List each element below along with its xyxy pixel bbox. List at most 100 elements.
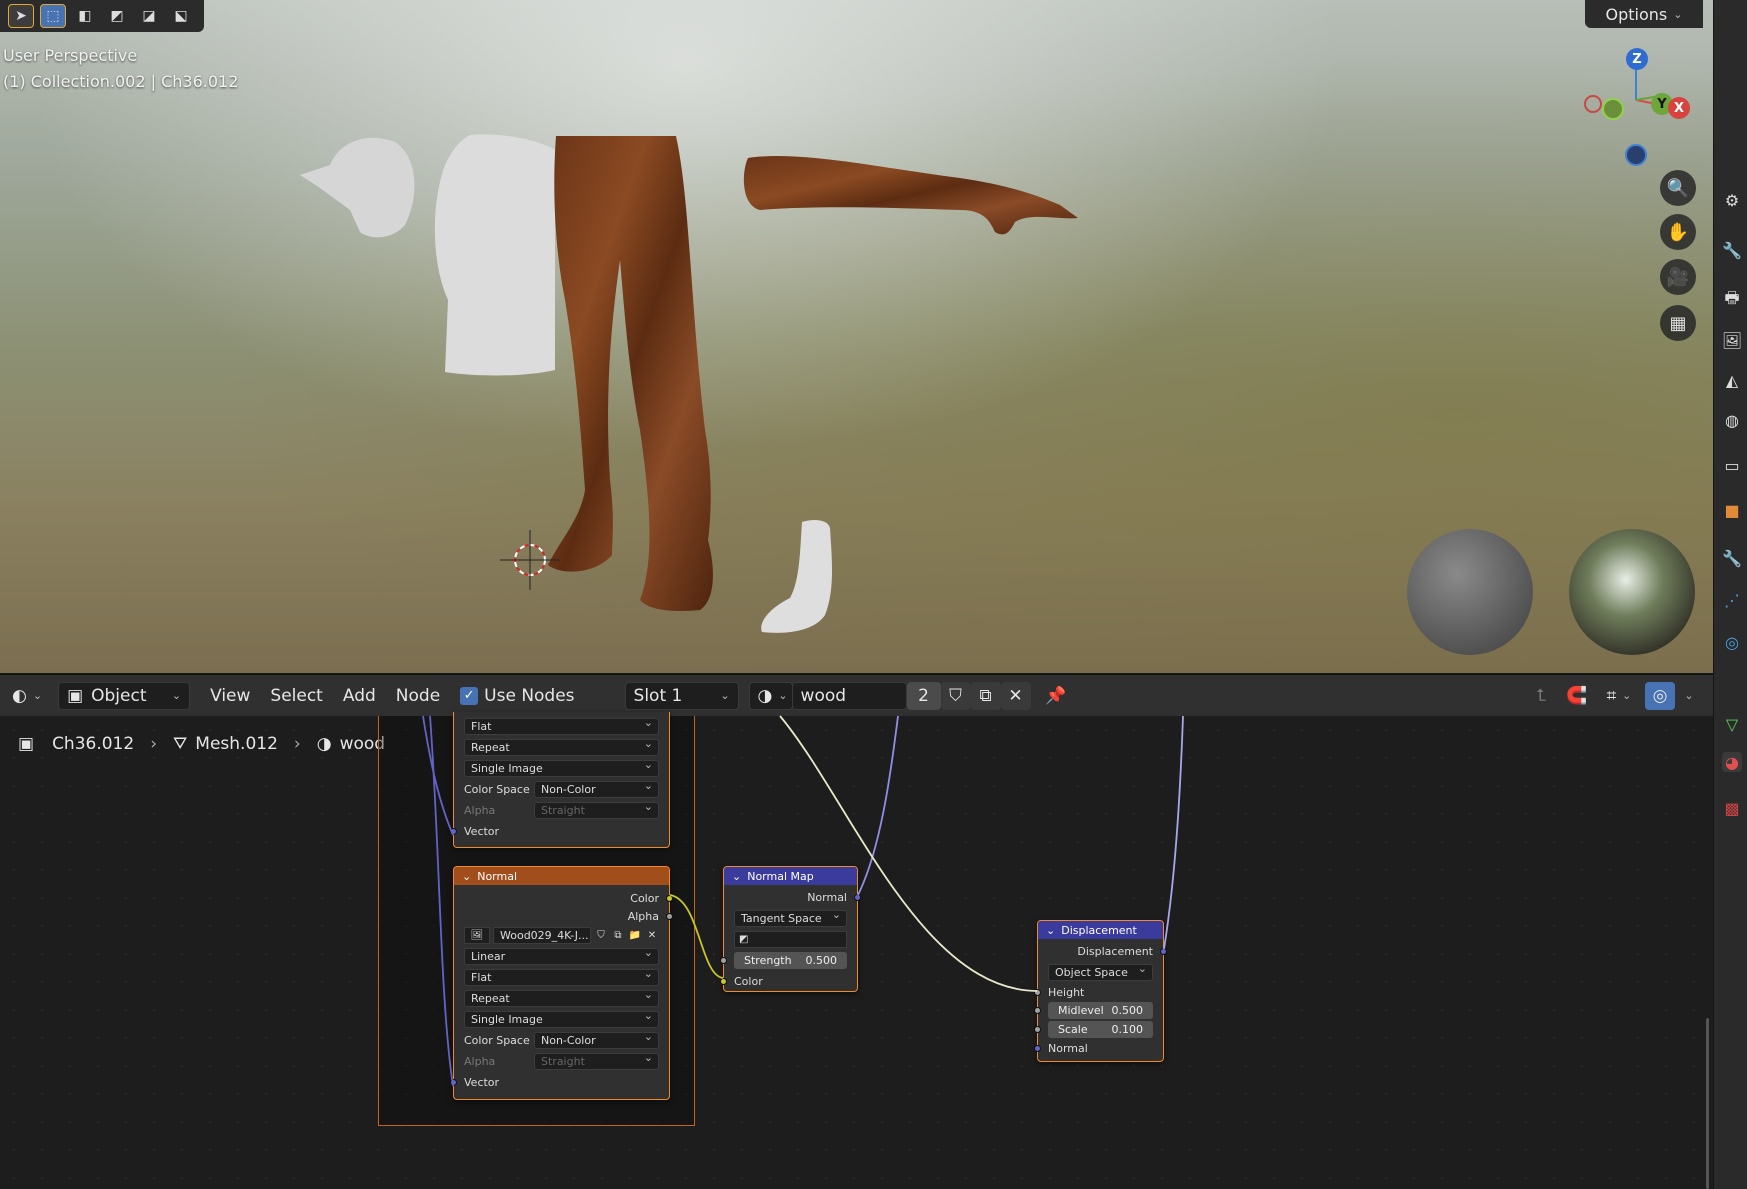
strength-label: Strength bbox=[744, 954, 792, 967]
alpha-dropdown[interactable]: Straight bbox=[534, 1051, 659, 1070]
particles-tab-icon[interactable]: ⋰ bbox=[1722, 590, 1742, 610]
fake-user-shield-icon[interactable]: ⛉ bbox=[940, 681, 971, 710]
pan-hand-icon[interactable]: ✋ bbox=[1660, 214, 1696, 250]
alpha-dropdown[interactable]: Straight bbox=[534, 800, 659, 819]
parent-node-tree-icon[interactable]: ⮤ bbox=[1527, 682, 1555, 710]
mesh-data-tab-icon[interactable]: ▽ bbox=[1722, 714, 1742, 734]
extension-dropdown[interactable]: Repeat bbox=[464, 988, 659, 1007]
displacement-node[interactable]: ⌄ Displacement Displacement Object Space … bbox=[1034, 920, 1167, 1062]
source-dropdown[interactable]: Single Image bbox=[464, 1009, 659, 1028]
3d-viewport[interactable]: ➤ ⬚ ◧ ◩ ◪ ⬕ Options ⌄ User Perspective (1… bbox=[0, 0, 1713, 673]
scale-field[interactable]: Scale 0.100 bbox=[1048, 1021, 1153, 1038]
overlays-icon[interactable]: ◎ bbox=[1645, 681, 1675, 710]
height-input-socket[interactable] bbox=[1034, 989, 1041, 996]
z-axis-icon[interactable]: Z bbox=[1626, 48, 1648, 70]
vector-input-socket[interactable] bbox=[450, 1079, 457, 1086]
editor-type-dropdown[interactable]: ◐ ⌄ bbox=[4, 682, 50, 710]
vector-label: Vector bbox=[464, 825, 500, 838]
snap-icon[interactable]: 🧲 bbox=[1563, 682, 1591, 710]
normal-image-texture-node[interactable]: ⌄ Normal Color Alpha 🖼 Wood029_4K-J... ⛉ … bbox=[450, 866, 673, 1100]
tool-tab-icon[interactable]: ⚙ bbox=[1722, 190, 1742, 210]
menu-view[interactable]: View bbox=[202, 682, 258, 710]
camera-view-icon[interactable]: 🎥 bbox=[1660, 259, 1696, 295]
projection-dropdown[interactable]: Flat bbox=[464, 967, 659, 986]
scale-input-socket[interactable] bbox=[1034, 1026, 1041, 1033]
x-axis-icon[interactable]: X bbox=[1668, 97, 1690, 119]
material-name-field[interactable]: wood bbox=[792, 681, 907, 710]
shader-editor-icon: ◐ bbox=[12, 685, 27, 706]
material-user-count[interactable]: 2 bbox=[906, 681, 941, 710]
menu-add[interactable]: Add bbox=[335, 682, 384, 710]
displacement-output-socket[interactable] bbox=[1160, 948, 1167, 955]
normal-output-socket[interactable] bbox=[854, 894, 861, 901]
normal-map-header[interactable]: ⌄ Normal Map bbox=[724, 867, 857, 885]
extension-dropdown[interactable]: Repeat bbox=[464, 737, 659, 756]
source-dropdown[interactable]: Single Image bbox=[464, 758, 659, 777]
world-tab-icon[interactable]: ◍ bbox=[1722, 410, 1742, 430]
unlink-image-icon[interactable]: ✕ bbox=[645, 930, 659, 941]
image-name-field[interactable]: Wood029_4K-J... bbox=[493, 927, 591, 944]
modifier-tab-icon[interactable]: 🔧 bbox=[1722, 548, 1742, 568]
foot-mesh[interactable] bbox=[761, 520, 833, 633]
output-tab-icon[interactable]: 🖶 bbox=[1722, 288, 1742, 310]
color-output-socket[interactable] bbox=[666, 895, 673, 902]
legs-wood-mesh[interactable] bbox=[548, 136, 713, 611]
zoom-icon[interactable]: 🔍 bbox=[1660, 170, 1696, 206]
alpha-output-socket[interactable] bbox=[666, 913, 673, 920]
midlevel-field[interactable]: Midlevel 0.500 bbox=[1048, 1002, 1153, 1019]
colorspace-dropdown[interactable]: Non-Color bbox=[534, 779, 659, 798]
strength-field[interactable]: Strength 0.500 bbox=[734, 952, 847, 969]
pin-icon[interactable]: 📌 bbox=[1041, 682, 1071, 710]
view-layer-tab-icon[interactable]: 🖼 bbox=[1722, 330, 1742, 350]
breadcrumb-object: Ch36.012 bbox=[52, 734, 135, 754]
unlink-material-icon[interactable]: ✕ bbox=[1000, 681, 1031, 710]
normal-node-title: Normal bbox=[477, 869, 518, 883]
use-nodes-checkbox[interactable]: ✓ Use Nodes bbox=[452, 682, 582, 710]
normal-input-label: Normal bbox=[1048, 1041, 1088, 1055]
vector-input-socket[interactable] bbox=[450, 828, 457, 835]
fake-user-icon[interactable]: ⛉ bbox=[594, 930, 608, 941]
object-tab-icon[interactable]: ■ bbox=[1722, 500, 1742, 520]
torso-mesh[interactable] bbox=[434, 134, 555, 376]
strength-input-socket[interactable] bbox=[720, 957, 727, 964]
snap-target-dropdown[interactable]: ⌗ ⌄ bbox=[1597, 682, 1641, 710]
neg-z-axis-icon[interactable] bbox=[1625, 144, 1647, 166]
midlevel-input-socket[interactable] bbox=[1034, 1007, 1041, 1014]
texture-tab-icon[interactable]: ▩ bbox=[1722, 798, 1742, 818]
neg-y-axis-icon[interactable] bbox=[1602, 98, 1624, 120]
duplicate-material-icon[interactable]: ⧉ bbox=[970, 681, 1001, 710]
color-output-label: Color bbox=[630, 891, 659, 905]
slot-dropdown[interactable]: Slot 1 ⌄ bbox=[624, 681, 739, 710]
physics-tab-icon[interactable]: ◎ bbox=[1722, 632, 1742, 652]
orthographic-grid-icon[interactable]: ▦ bbox=[1660, 305, 1696, 341]
blender-window: ➤ ⬚ ◧ ◩ ◪ ⬕ Options ⌄ User Perspective (1… bbox=[0, 0, 1747, 1189]
menu-node[interactable]: Node bbox=[388, 682, 448, 710]
image-browse-icon[interactable]: 🖼 bbox=[464, 927, 490, 944]
open-folder-icon[interactable]: 📁 bbox=[628, 930, 642, 941]
overlays-dropdown[interactable]: ⌄ bbox=[1677, 682, 1701, 710]
collection-tab-icon[interactable]: ▭ bbox=[1722, 455, 1742, 475]
normal-node-header[interactable]: ⌄ Normal bbox=[454, 867, 669, 885]
node-editor-scrollbar[interactable] bbox=[1706, 1018, 1709, 1189]
material-tab-icon[interactable]: ◕ bbox=[1722, 752, 1742, 772]
uv-map-field[interactable]: ◩ bbox=[734, 931, 847, 948]
menu-select[interactable]: Select bbox=[262, 682, 330, 710]
space-dropdown[interactable]: Object Space bbox=[1048, 962, 1153, 981]
interpolation-dropdown[interactable]: Linear bbox=[464, 946, 659, 965]
render-tab-icon[interactable]: 🔧 bbox=[1722, 240, 1742, 260]
browse-material-dropdown[interactable]: ◑ ⌄ bbox=[748, 681, 793, 710]
arm-wood-mesh[interactable] bbox=[743, 156, 1078, 235]
colorspace-dropdown[interactable]: Non-Color bbox=[534, 1030, 659, 1049]
head-mesh[interactable] bbox=[300, 137, 415, 238]
neg-x-axis-icon[interactable] bbox=[1584, 95, 1602, 113]
displacement-header[interactable]: ⌄ Displacement bbox=[1038, 921, 1163, 939]
object-mode-dropdown[interactable]: ▣ Object ⌄ bbox=[58, 681, 191, 710]
normal-input-socket[interactable] bbox=[1034, 1045, 1041, 1052]
space-dropdown[interactable]: Tangent Space bbox=[734, 908, 847, 927]
color-input-socket[interactable] bbox=[720, 978, 727, 985]
image-texture-node-top[interactable]: Flat Repeat Single Image Color Space Non-… bbox=[450, 712, 670, 848]
projection-dropdown[interactable]: Flat bbox=[464, 716, 659, 735]
duplicate-image-icon[interactable]: ⧉ bbox=[611, 930, 625, 941]
scene-tab-icon[interactable]: ◭ bbox=[1722, 370, 1742, 390]
normal-map-node[interactable]: ⌄Normal Map Normal Tangent Space ◩ Stren… bbox=[720, 866, 861, 992]
